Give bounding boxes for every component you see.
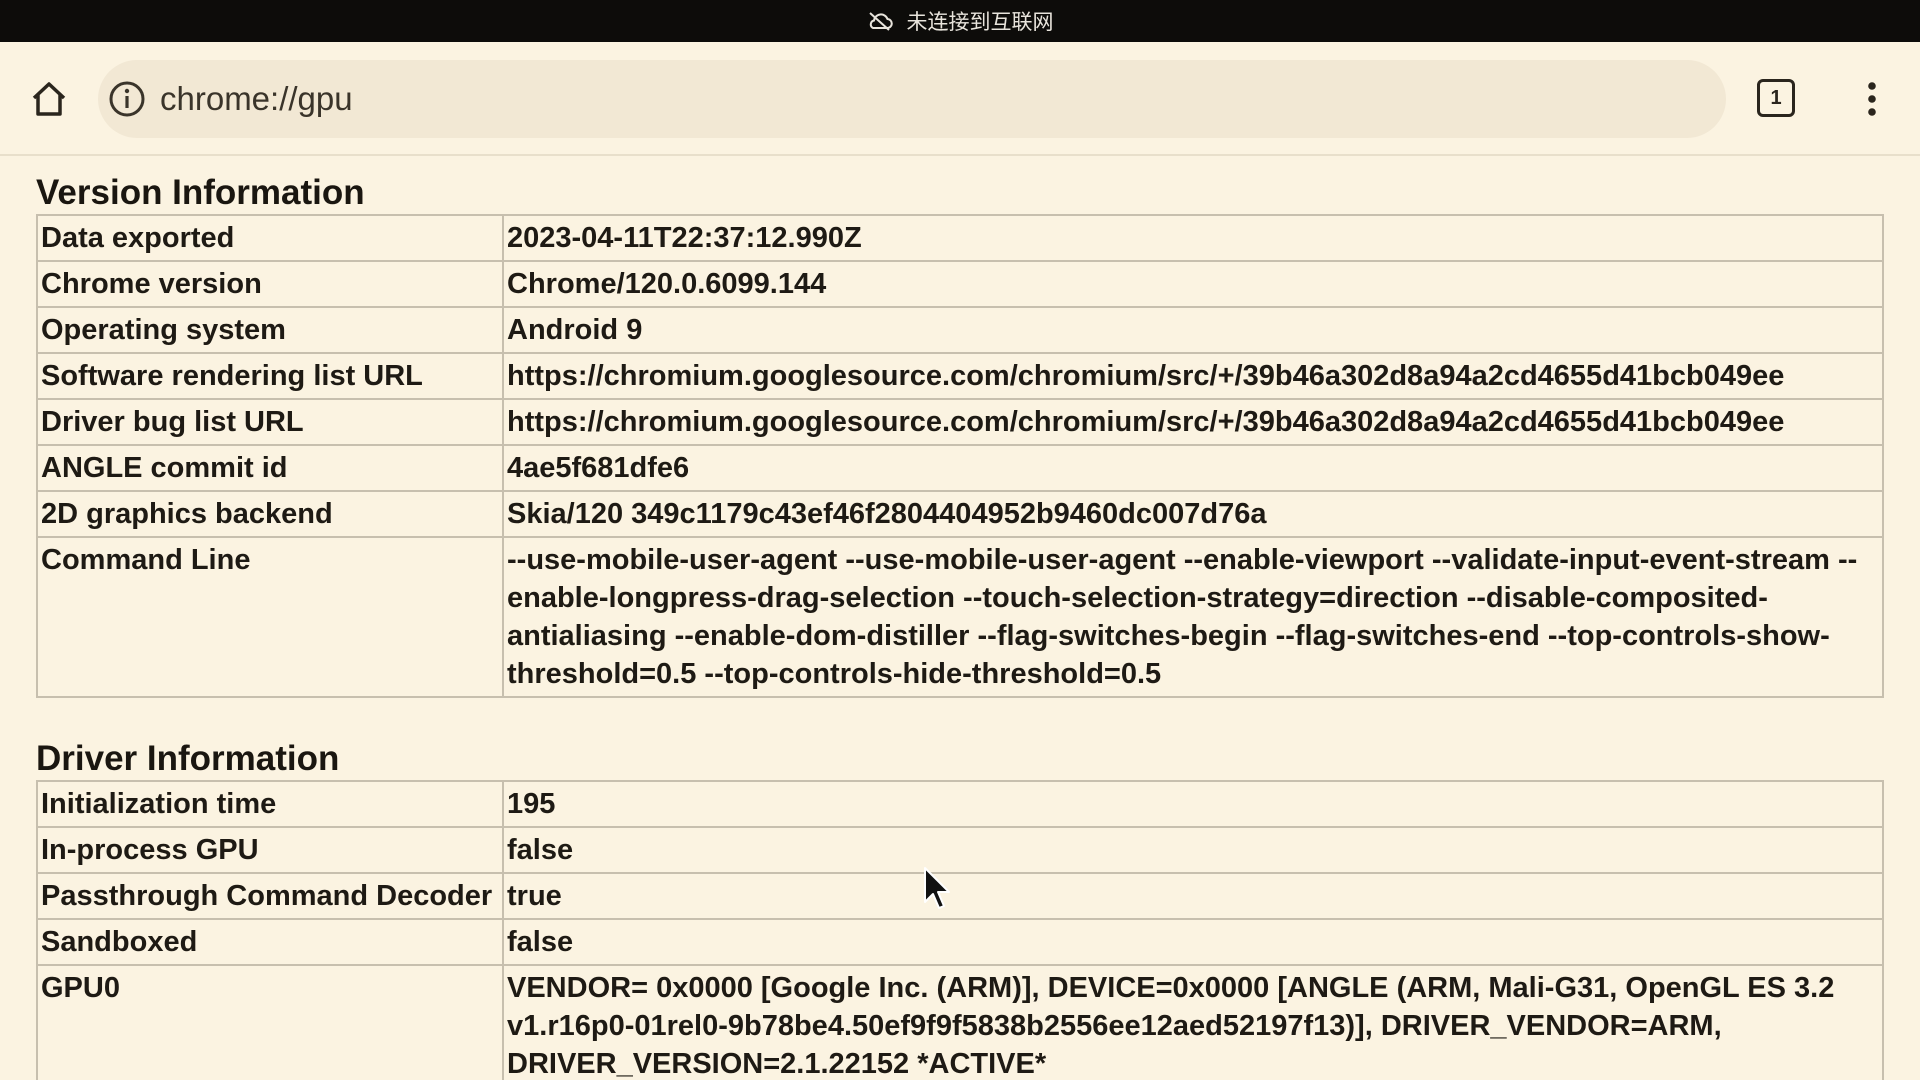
table-row: GPU0 VENDOR= 0x0000 [Google Inc. (ARM)],…	[36, 964, 1884, 1080]
software-rendering-list-link[interactable]: https://chromium.googlesource.com/chromi…	[502, 352, 1884, 400]
page-content: Version Information Data exported 2023-0…	[36, 156, 1884, 1080]
browser-toolbar: chrome://gpu 1	[0, 42, 1920, 156]
row-value: 4ae5f681dfe6	[502, 444, 1884, 492]
row-value: true	[502, 872, 1884, 920]
row-key: Operating system	[36, 306, 504, 354]
version-info-heading: Version Information	[36, 173, 365, 212]
table-row: Software rendering list URL https://chro…	[36, 352, 1884, 400]
row-value: 195	[502, 780, 1884, 828]
home-button[interactable]	[26, 76, 72, 122]
row-key: In-process GPU	[36, 826, 504, 874]
driver-info-heading: Driver Information	[36, 739, 340, 778]
table-row: Operating system Android 9	[36, 306, 1884, 354]
row-value: Android 9	[502, 306, 1884, 354]
table-row: In-process GPU false	[36, 826, 1884, 874]
row-value: Chrome/120.0.6099.144	[502, 260, 1884, 308]
system-status-bar: 未连接到互联网	[0, 0, 1920, 42]
row-key: Software rendering list URL	[36, 352, 504, 400]
more-vert-icon	[1868, 82, 1876, 116]
table-row: Initialization time 195	[36, 780, 1884, 828]
table-row: Passthrough Command Decoder true	[36, 872, 1884, 920]
info-icon[interactable]	[108, 80, 146, 118]
tab-switcher-button[interactable]: 1	[1756, 78, 1796, 118]
row-value: false	[502, 918, 1884, 966]
address-bar[interactable]: chrome://gpu	[98, 60, 1726, 138]
row-key: Chrome version	[36, 260, 504, 308]
cloud-off-icon	[868, 12, 893, 31]
row-key: GPU0	[36, 964, 504, 1080]
table-row: Chrome version Chrome/120.0.6099.144	[36, 260, 1884, 308]
table-row: 2D graphics backend Skia/120 349c1179c43…	[36, 490, 1884, 538]
mouse-cursor-icon	[924, 867, 950, 909]
driver-bug-list-link[interactable]: https://chromium.googlesource.com/chromi…	[502, 398, 1884, 446]
home-icon	[32, 82, 66, 116]
row-value: VENDOR= 0x0000 [Google Inc. (ARM)], DEVI…	[502, 964, 1884, 1080]
url-text[interactable]: chrome://gpu	[160, 80, 353, 118]
row-key: Data exported	[36, 214, 504, 262]
table-row: Data exported 2023-04-11T22:37:12.990Z	[36, 214, 1884, 262]
tab-count: 1	[1757, 79, 1795, 117]
version-info-table: Data exported 2023-04-11T22:37:12.990Z C…	[36, 214, 1884, 698]
row-value: 2023-04-11T22:37:12.990Z	[502, 214, 1884, 262]
table-row: Sandboxed false	[36, 918, 1884, 966]
row-key: Command Line	[36, 536, 504, 698]
table-row: ANGLE commit id 4ae5f681dfe6	[36, 444, 1884, 492]
row-value: Skia/120 349c1179c43ef46f2804404952b9460…	[502, 490, 1884, 538]
row-key: Initialization time	[36, 780, 504, 828]
row-value: --use-mobile-user-agent --use-mobile-use…	[502, 536, 1884, 698]
row-key: ANGLE commit id	[36, 444, 504, 492]
menu-button[interactable]	[1852, 74, 1892, 124]
driver-info-table: Initialization time 195 In-process GPU f…	[36, 780, 1884, 1080]
row-value: false	[502, 826, 1884, 874]
table-row: Driver bug list URL https://chromium.goo…	[36, 398, 1884, 446]
table-row: Command Line --use-mobile-user-agent --u…	[36, 536, 1884, 698]
row-key: 2D graphics backend	[36, 490, 504, 538]
row-key: Sandboxed	[36, 918, 504, 966]
row-key: Passthrough Command Decoder	[36, 872, 504, 920]
row-key: Driver bug list URL	[36, 398, 504, 446]
status-text: 未连接到互联网	[906, 10, 1054, 34]
